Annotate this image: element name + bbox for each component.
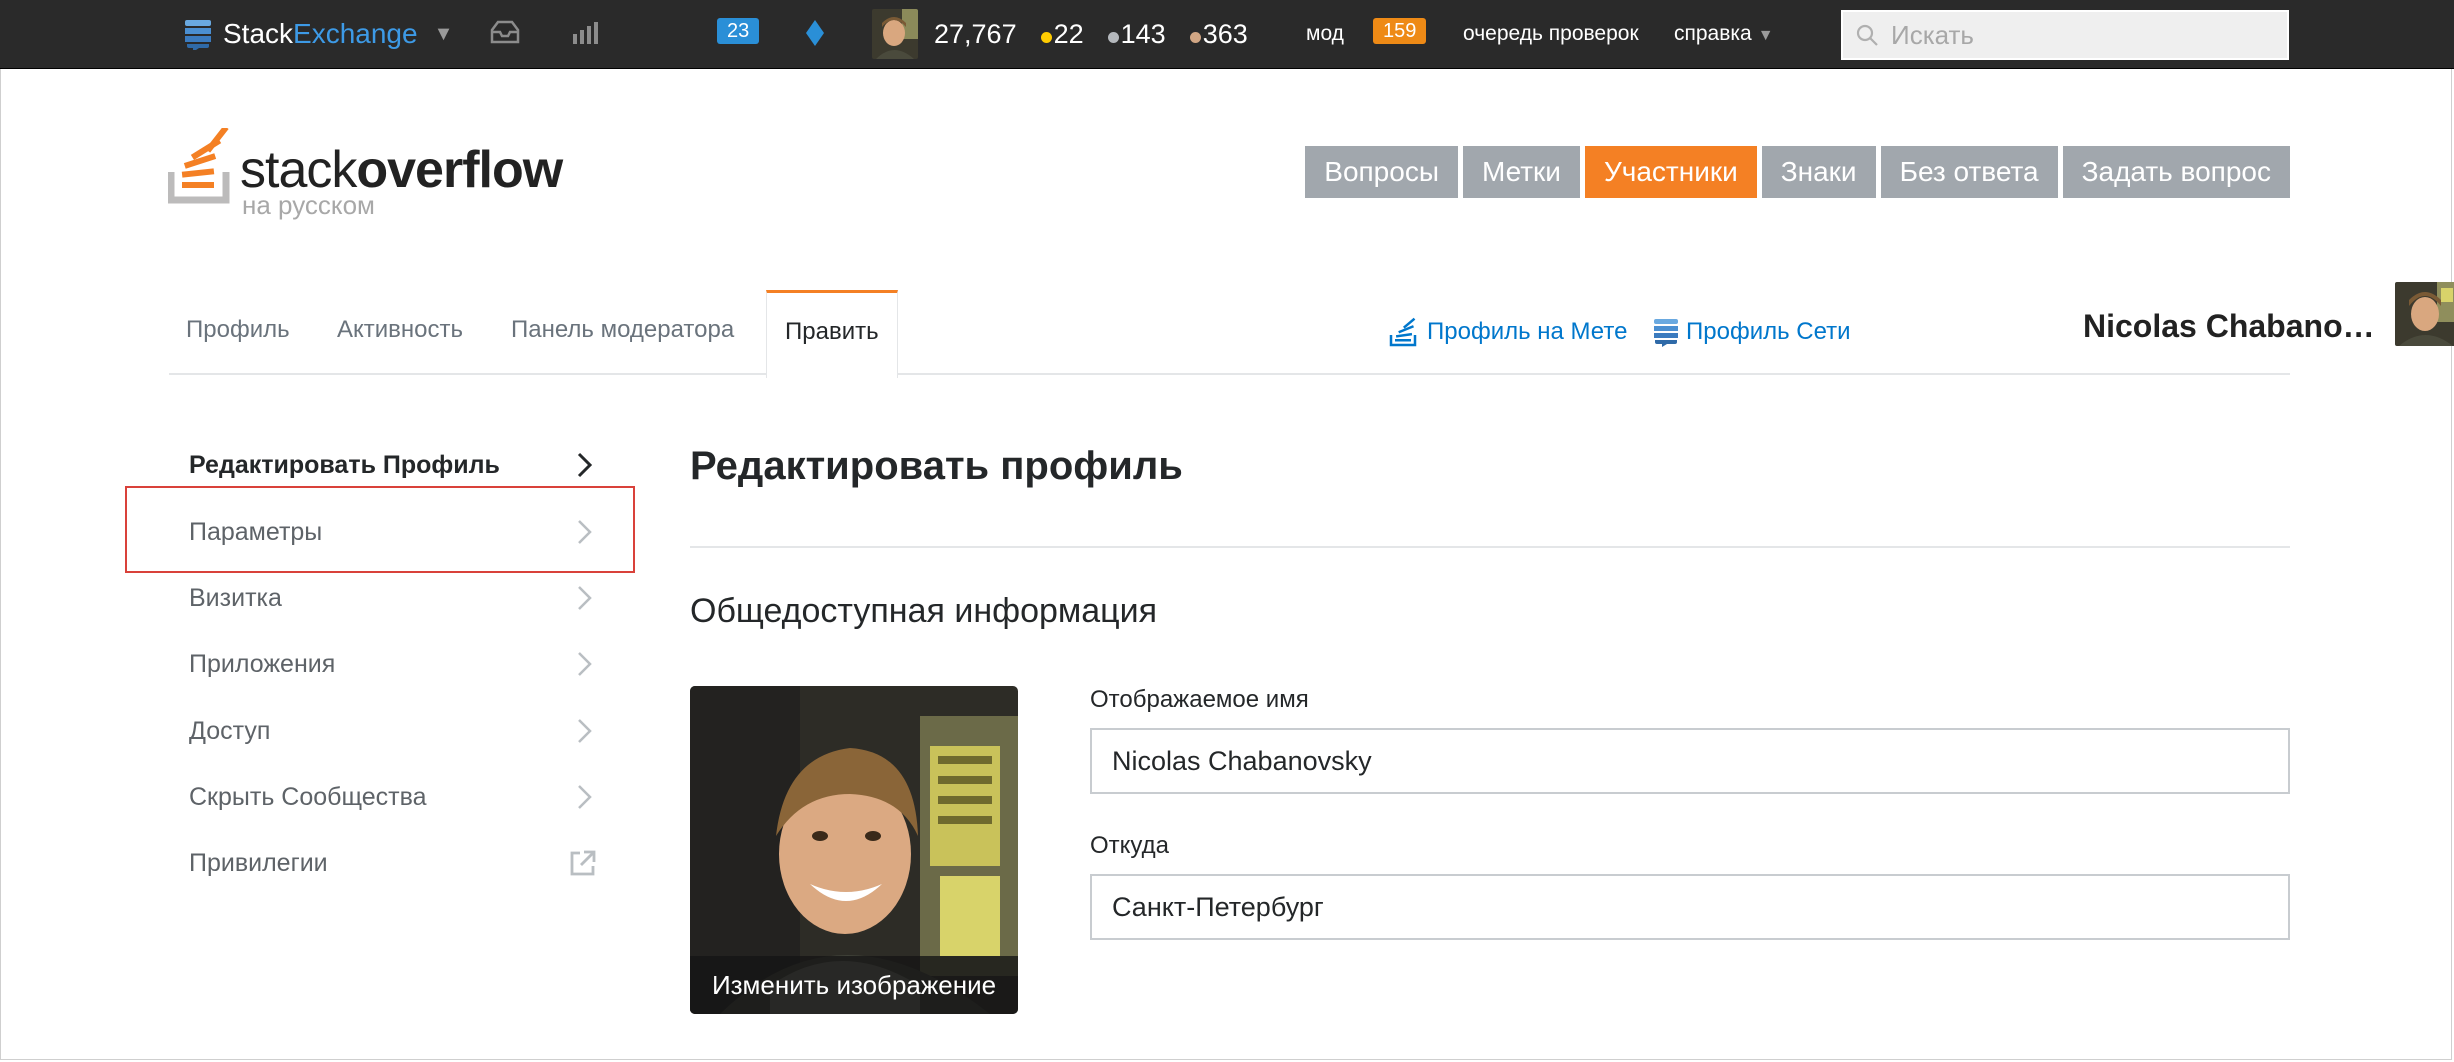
chevron-right-icon [578, 586, 592, 610]
title-divider [690, 546, 2290, 548]
review-queue-link[interactable]: очередь проверок [1463, 16, 1639, 52]
stackoverflow-logo-icon [168, 128, 230, 204]
network-profile-link[interactable]: Профиль Сети [1654, 312, 1851, 352]
nav-unanswered[interactable]: Без ответа [1880, 146, 2058, 198]
inbox-icon[interactable] [488, 18, 522, 48]
chevron-right-icon [578, 520, 592, 544]
silver-badge-icon [1107, 31, 1119, 43]
chevron-right-icon [578, 785, 592, 809]
stackexchange-menu[interactable]: StackExchange ▼ [185, 16, 453, 52]
mod-count-badge[interactable]: 159 [1373, 18, 1427, 44]
search-box[interactable] [1841, 10, 2289, 60]
reputation-summary[interactable]: 27,767 22 143 363 [934, 16, 1248, 52]
sidebar-item-label: Приложения [189, 650, 336, 678]
sidebar-item-hide-communities[interactable]: Скрыть Сообщества [189, 764, 594, 830]
chevron-down-icon: ▼ [1757, 27, 1774, 44]
topbar-avatar[interactable] [872, 9, 918, 59]
nav-questions[interactable]: Вопросы [1305, 146, 1458, 198]
location-input[interactable] [1090, 874, 2290, 940]
chevron-right-icon [577, 452, 593, 478]
reputation-value: 27,767 [934, 18, 1017, 49]
location-label: Откуда [1090, 832, 1169, 859]
review-count-badge[interactable]: 23 [717, 18, 760, 44]
stackexchange-icon [185, 20, 211, 50]
nav-ask-question[interactable]: Задать вопрос [2062, 146, 2290, 198]
nav-users[interactable]: Участники [1584, 146, 1757, 198]
brand-stack: Stack [223, 18, 294, 49]
sidebar-item-label: Доступ [189, 717, 271, 745]
profile-photo[interactable]: Изменить изображение [690, 686, 1018, 1014]
nav-badges[interactable]: Знаки [1761, 146, 1876, 198]
sidebar-item-preferences[interactable]: Параметры [189, 499, 594, 565]
tab-moderator-panel[interactable]: Панель модератора [511, 290, 734, 373]
profile-user-name[interactable]: Nicolas Chabano… [2083, 308, 2375, 345]
nav-tags[interactable]: Метки [1462, 146, 1580, 198]
brand-exchange: Exchange [293, 18, 418, 49]
mod-link[interactable]: мод [1306, 16, 1344, 52]
profile-tabs: Профиль Активность Панель модератора Пра… [169, 282, 2454, 378]
moderator-diamond-icon[interactable] [805, 19, 825, 47]
logo-word-bold: overflow [356, 141, 563, 199]
public-info-heading: Общедоступная информация [690, 592, 1158, 630]
achievements-icon[interactable] [570, 18, 604, 48]
search-icon [1856, 24, 1878, 46]
tab-activity[interactable]: Активность [337, 290, 463, 373]
help-menu[interactable]: справка ▼ [1674, 16, 1774, 52]
sidebar-item-edit-profile[interactable]: Редактировать Профиль [189, 432, 594, 498]
sidebar-item-apps[interactable]: Приложения [189, 631, 594, 697]
tab-edit[interactable]: Править [766, 290, 898, 378]
sidebar-item-label: Параметры [189, 518, 323, 546]
help-label: справка [1674, 22, 1752, 45]
sidebar-item-privileges[interactable]: Привилегии [189, 830, 596, 896]
tab-profile[interactable]: Профиль [186, 290, 290, 373]
network-profile-label: Профиль Сети [1686, 318, 1851, 345]
main-nav: Вопросы Метки Участники Знаки Без ответа… [1305, 146, 2290, 198]
top-bar: StackExchange ▼ 23 27,767 22 143 363 мод… [0, 0, 2454, 69]
display-name-label: Отображаемое имя [1090, 686, 1309, 713]
logo-subtitle: на русском [242, 190, 375, 220]
page-title: Редактировать профиль [690, 444, 1183, 488]
search-input[interactable] [1889, 18, 2269, 52]
stackoverflow-logo[interactable]: stackoverflow на русском [168, 128, 568, 220]
display-name-input[interactable] [1090, 728, 2290, 794]
meta-profile-label: Профиль на Мете [1427, 318, 1628, 345]
profile-avatar[interactable] [2395, 282, 2454, 346]
sidebar-item-label: Визитка [189, 584, 282, 612]
chevron-down-icon: ▼ [433, 22, 454, 45]
bronze-badge-icon [1189, 31, 1201, 43]
chevron-right-icon [578, 652, 592, 676]
chevron-right-icon [578, 719, 592, 743]
sidebar-item-label: Редактировать Профиль [189, 451, 500, 479]
external-link-icon [570, 850, 596, 876]
silver-badge-count: 143 [1120, 18, 1166, 49]
meta-stackoverflow-icon [1389, 317, 1417, 347]
sidebar-item-label: Скрыть Сообщества [189, 783, 427, 811]
gold-badge-count: 22 [1053, 18, 1084, 49]
sidebar-item-label: Привилегии [189, 849, 328, 877]
change-image-button[interactable]: Изменить изображение [690, 956, 1018, 1014]
sidebar-item-access[interactable]: Доступ [189, 698, 594, 764]
gold-badge-icon [1040, 31, 1052, 43]
meta-profile-link[interactable]: Профиль на Мете [1389, 312, 1627, 352]
stackexchange-network-icon [1654, 319, 1678, 347]
sidebar-item-flair[interactable]: Визитка [189, 565, 594, 631]
bronze-badge-count: 363 [1202, 18, 1248, 49]
